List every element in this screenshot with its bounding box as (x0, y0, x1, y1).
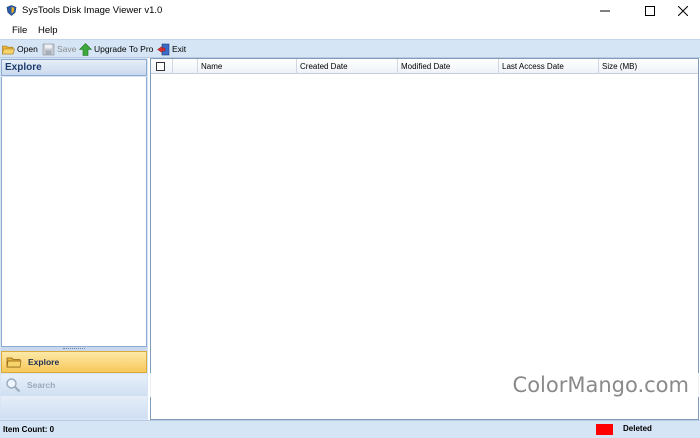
nav-explore-label: Explore (28, 357, 60, 367)
deleted-legend-label: Deleted (623, 424, 652, 433)
floppy-disk-icon (42, 43, 55, 55)
folder-icon (6, 357, 22, 368)
save-button[interactable]: Save (42, 41, 76, 57)
folder-tree[interactable] (1, 77, 147, 347)
upgrade-button[interactable]: Upgrade To Pro (79, 41, 153, 57)
status-column (173, 59, 198, 74)
maximize-button[interactable] (633, 0, 667, 22)
exit-door-icon (157, 43, 170, 55)
column-last-access-date[interactable]: Last Access Date (499, 59, 599, 74)
open-button[interactable]: Open (2, 41, 38, 57)
nav-explore-button[interactable]: Explore (1, 351, 147, 373)
save-label: Save (57, 44, 77, 54)
select-all-checkbox[interactable] (156, 62, 165, 71)
minimize-icon (600, 10, 610, 12)
status-bar: Item Count: 0 Deleted (0, 420, 700, 438)
close-icon (678, 6, 688, 16)
left-panel: Explore Explore Search (0, 58, 148, 420)
deleted-legend-swatch (596, 424, 613, 435)
open-label: Open (17, 44, 38, 54)
menu-help[interactable]: Help (38, 25, 58, 36)
file-grid: Name Created Date Modified Date Last Acc… (150, 58, 699, 420)
menu-bar: File Help (0, 22, 700, 39)
menu-file[interactable]: File (12, 25, 27, 36)
window-title: SysTools Disk Image Viewer v1.0 (22, 5, 163, 16)
column-modified-date[interactable]: Modified Date (398, 59, 499, 74)
upgrade-label: Upgrade To Pro (94, 44, 154, 54)
nav-search-button[interactable]: Search (1, 374, 147, 396)
watermark-band: ColorMango.com (150, 373, 699, 397)
grid-header: Name Created Date Modified Date Last Acc… (151, 59, 698, 74)
nav-footer (1, 396, 147, 418)
column-name[interactable]: Name (198, 59, 297, 74)
watermark-text: ColorMango.com (512, 373, 689, 397)
exit-label: Exit (172, 44, 187, 54)
item-count: Item Count: 0 (3, 425, 55, 434)
column-created-date[interactable]: Created Date (297, 59, 398, 74)
magnifier-icon (6, 378, 21, 393)
upgrade-arrow-icon (79, 42, 92, 56)
column-size[interactable]: Size (MB) (599, 59, 698, 74)
splitter-grip-icon (63, 348, 85, 350)
exit-button[interactable]: Exit (157, 41, 186, 57)
close-button[interactable] (666, 0, 700, 22)
minimize-button[interactable] (588, 0, 622, 22)
explore-header: Explore (1, 59, 147, 76)
nav-search-label: Search (27, 380, 56, 390)
select-all-column (151, 59, 173, 74)
shield-app-icon (6, 5, 17, 16)
folder-open-icon (2, 45, 15, 54)
toolbar: Open Save Upgrade To Pro Exit (0, 39, 700, 58)
title-bar: SysTools Disk Image Viewer v1.0 (0, 0, 700, 22)
maximize-icon (645, 6, 655, 16)
